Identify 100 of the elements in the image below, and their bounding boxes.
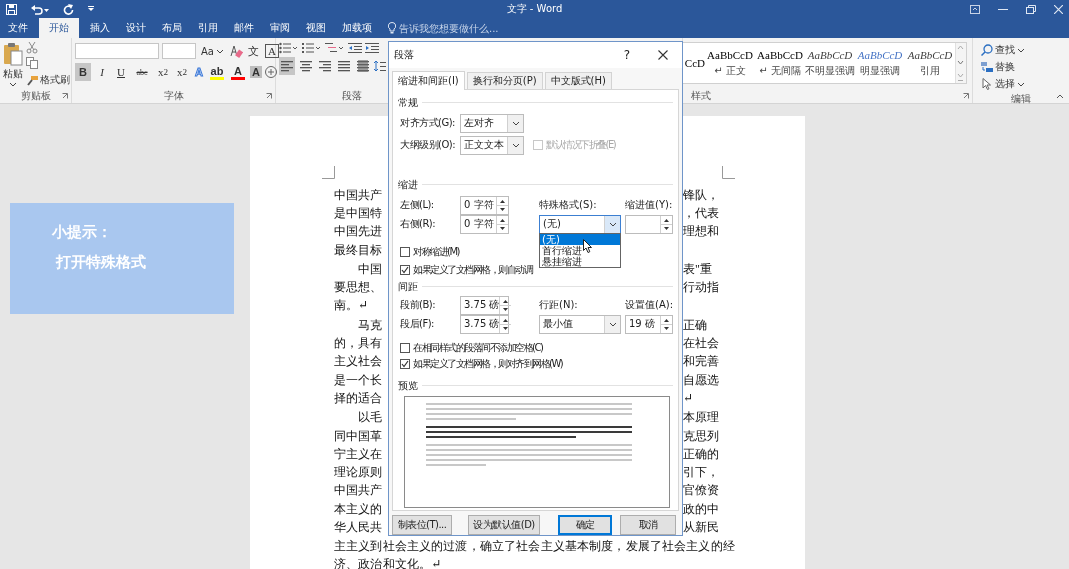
tip-title: 小提示： — [52, 223, 113, 242]
group-label: 字体 — [163, 88, 184, 103]
field-label: 对齐方式(G): — [400, 116, 456, 131]
group-label: 编辑 — [1011, 92, 1031, 106]
ribbon-tab[interactable]: 视图 — [298, 18, 334, 38]
document-text: 从新民 — [683, 519, 720, 536]
dialog-button[interactable]: 设为默认值(D) — [468, 515, 540, 535]
field-label: 设置值(A): — [625, 298, 673, 313]
tip-text: 打开特殊格式 — [56, 253, 147, 272]
document-text: 择的适合 — [334, 389, 383, 407]
style-item[interactable]: AaBbCcD 引用 — [905, 43, 955, 83]
spin-field[interactable]: 19 磅 — [625, 314, 673, 334]
spin-field[interactable]: 0 字符 — [460, 195, 509, 215]
dropdown-field[interactable]: 左对齐 — [460, 113, 524, 133]
format-button[interactable]: B — [75, 63, 91, 81]
document-text: 的，具有 — [334, 335, 383, 352]
spin-field[interactable]: 3.75 磅 — [460, 295, 509, 315]
field-label: 行距(N): — [539, 298, 578, 313]
group-label: 剪贴板 — [20, 88, 51, 103]
dropdown-option[interactable]: 首行缩进 — [540, 244, 620, 256]
document-text: 中国 — [357, 260, 383, 278]
document-text: 政的中 — [683, 500, 720, 518]
field-label: 段后(F): — [400, 317, 435, 332]
style-item[interactable]: AaBbCcD ↵ 正文 — [705, 43, 755, 83]
document-text: 行动指 — [683, 279, 720, 297]
document-text: 引下， — [683, 464, 720, 482]
document-text: 理想和 — [683, 223, 720, 241]
format-button[interactable]: abc — [132, 63, 152, 81]
replace-button[interactable]: 替换 — [979, 59, 1027, 75]
dialog-tab[interactable]: 中文版式(H) — [544, 71, 612, 89]
group-label: 段落 — [342, 88, 362, 103]
ribbon-tab[interactable]: 审阅 — [262, 18, 298, 38]
ribbon-tab[interactable]: 加载项 — [334, 18, 380, 38]
document-text: 正确 — [683, 316, 708, 334]
field-label: 大纲级别(O): — [400, 138, 457, 153]
group-label: 样式 — [691, 88, 711, 103]
help-button[interactable]: ? — [610, 47, 644, 62]
document-text: 南。↵ — [334, 297, 370, 315]
document-text: 最终目标 — [334, 241, 383, 259]
ribbon-tab[interactable]: 引用 — [190, 18, 226, 38]
checkbox-row[interactable]: 如果定义了文档网格，则自动调 — [400, 261, 532, 278]
document-text: 马克 — [357, 316, 383, 334]
document-text: 本原理 — [683, 409, 720, 427]
field-label: 左侧(L): — [400, 198, 435, 213]
document-text: 本主义的 — [334, 500, 383, 518]
style-item[interactable]: AaBbCcD 明显强调 — [855, 43, 905, 83]
document-text: 华人民共 — [334, 519, 383, 536]
ribbon-tab[interactable]: 插入 — [82, 18, 118, 38]
ribbon-tab[interactable]: 文件 — [0, 18, 36, 38]
section-heading: 预览 — [398, 378, 418, 393]
document-text: 要思想、 — [334, 279, 383, 297]
section-heading: 常规 — [398, 95, 418, 110]
document-text: 正确的 — [683, 445, 720, 463]
find-button[interactable]: 查找 — [979, 42, 1027, 58]
dialog-button[interactable]: 取消 — [620, 515, 676, 535]
document-text: 在社会 — [683, 335, 720, 352]
field-label: 段前(B): — [400, 298, 437, 313]
ribbon-tab[interactable]: 开始 — [39, 18, 79, 38]
dropdown-option[interactable]: 悬挂缩进 — [540, 255, 620, 267]
section-heading: 缩进 — [398, 177, 418, 192]
style-item[interactable]: AaBbCcD 不明显强调 — [805, 43, 855, 83]
tell-me-field[interactable]: 告诉我您想要做什么... — [399, 22, 549, 34]
ribbon-tab[interactable]: 邮件 — [226, 18, 262, 38]
document-text: 中国共产 — [334, 482, 383, 500]
window-title: 文字 - Word — [506, 2, 563, 16]
checkbox-row[interactable]: 对称缩进(M) — [400, 243, 459, 260]
style-item[interactable]: CcD — [683, 43, 705, 83]
document-text: 和完善 — [683, 353, 720, 371]
dialog-button[interactable]: 确定 — [558, 515, 612, 535]
paste-button[interactable]: 粘贴 — [1, 42, 25, 88]
dialog-tab[interactable]: 换行和分页(P) — [466, 71, 543, 89]
change-case-button[interactable]: Aa — [199, 44, 226, 58]
dropdown-field[interactable]: 正文文本 — [460, 135, 524, 155]
field-label: 右侧(R): — [400, 217, 437, 232]
ribbon-tab[interactable]: 设计 — [118, 18, 154, 38]
document-text: 自愿选 — [683, 371, 720, 389]
checkbox-row[interactable]: 在相同样式的段落间不添加空格(C) — [400, 339, 543, 356]
character-shading-button[interactable]: A — [249, 66, 262, 78]
dialog-title: 段落 — [394, 47, 415, 62]
document-text: 中国先进 — [334, 223, 383, 241]
document-text: 官僚资 — [683, 482, 720, 500]
format-painter-button[interactable]: 格式刷 — [26, 72, 70, 88]
dropdown-field[interactable]: 最小值 — [539, 314, 621, 334]
font-color-button[interactable]: A — [228, 64, 247, 80]
highlight-button[interactable]: ab — [207, 64, 226, 80]
document-text: 理论原则 — [334, 464, 383, 482]
field-label: 缩进值(Y): — [625, 198, 673, 213]
phonetic-guide-button[interactable]: 文 — [245, 42, 262, 60]
enclose-characters-button[interactable]: A — [264, 44, 279, 58]
document-text: 宁主义在 — [334, 445, 383, 463]
format-button[interactable]: U — [113, 63, 129, 81]
select-button[interactable]: 选择 — [979, 76, 1027, 92]
dialog-button[interactable]: 制表位(T)... — [392, 515, 452, 535]
style-item[interactable]: AaBbCcD ↵ 无间隔 — [755, 43, 805, 83]
ribbon-tab[interactable]: 布局 — [154, 18, 190, 38]
dropdown-option[interactable]: (无) — [540, 233, 620, 245]
format-button[interactable]: I — [94, 63, 110, 81]
dialog-tab[interactable]: 缩进和间距(I) — [392, 70, 465, 90]
document-text: 克思列 — [683, 427, 720, 445]
checkbox-row[interactable]: 如果定义了文档网格，则对齐到网格(W) — [400, 355, 563, 372]
